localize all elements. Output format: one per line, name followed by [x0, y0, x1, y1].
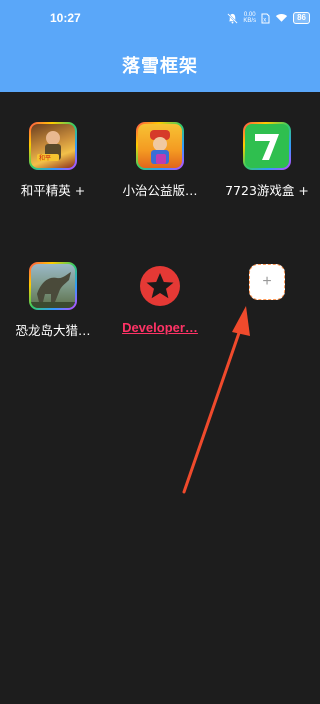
wifi-icon — [275, 13, 288, 23]
app-tile-7723[interactable]: 7723游戏盒 + — [214, 92, 320, 202]
add-app-tile[interactable]: + — [214, 232, 320, 342]
developer-link[interactable]: Developer… — [111, 320, 209, 335]
app-label: 和平精英 + — [20, 183, 86, 198]
status-time: 10:27 — [50, 11, 81, 25]
app-tile-developer[interactable]: Developer… — [107, 232, 213, 342]
svg-text:和平: 和平 — [39, 154, 51, 162]
page-title: 落雪框架 — [122, 56, 198, 77]
network-speed: 0.00 KB/s — [243, 12, 256, 24]
star-badge-icon — [136, 262, 184, 310]
battery-indicator: 86 — [293, 12, 310, 24]
app-label: 小治公益版… — [122, 183, 198, 198]
dinosaur-island-game-icon — [29, 262, 77, 310]
app-header: 落雪框架 — [0, 38, 320, 92]
status-bar: 10:27 0.00 KB/s x 86 — [0, 0, 320, 38]
status-icons: 0.00 KB/s x 86 — [227, 10, 310, 26]
bell-muted-icon — [227, 12, 239, 24]
svg-text:x: x — [263, 17, 266, 23]
app-tile-subway[interactable]: 小治公益版… — [107, 92, 213, 202]
network-speed-unit: KB/s — [243, 18, 257, 24]
peace-elite-game-icon: 和平 — [29, 122, 77, 170]
app-tile-peace-elite[interactable]: 和平 和平精英 + — [0, 92, 106, 202]
app-label: 恐龙岛大猎… — [15, 323, 91, 338]
add-app-button[interactable]: + — [249, 264, 285, 300]
sim-icon: x — [261, 13, 270, 24]
add-app-icon: + — [262, 273, 272, 290]
app-label: 7723游戏盒 + — [225, 183, 309, 198]
7723-game-box-icon — [243, 122, 291, 170]
app-tile-dino-island[interactable]: 恐龙岛大猎… — [0, 232, 106, 342]
subway-surfers-game-icon — [136, 122, 184, 170]
